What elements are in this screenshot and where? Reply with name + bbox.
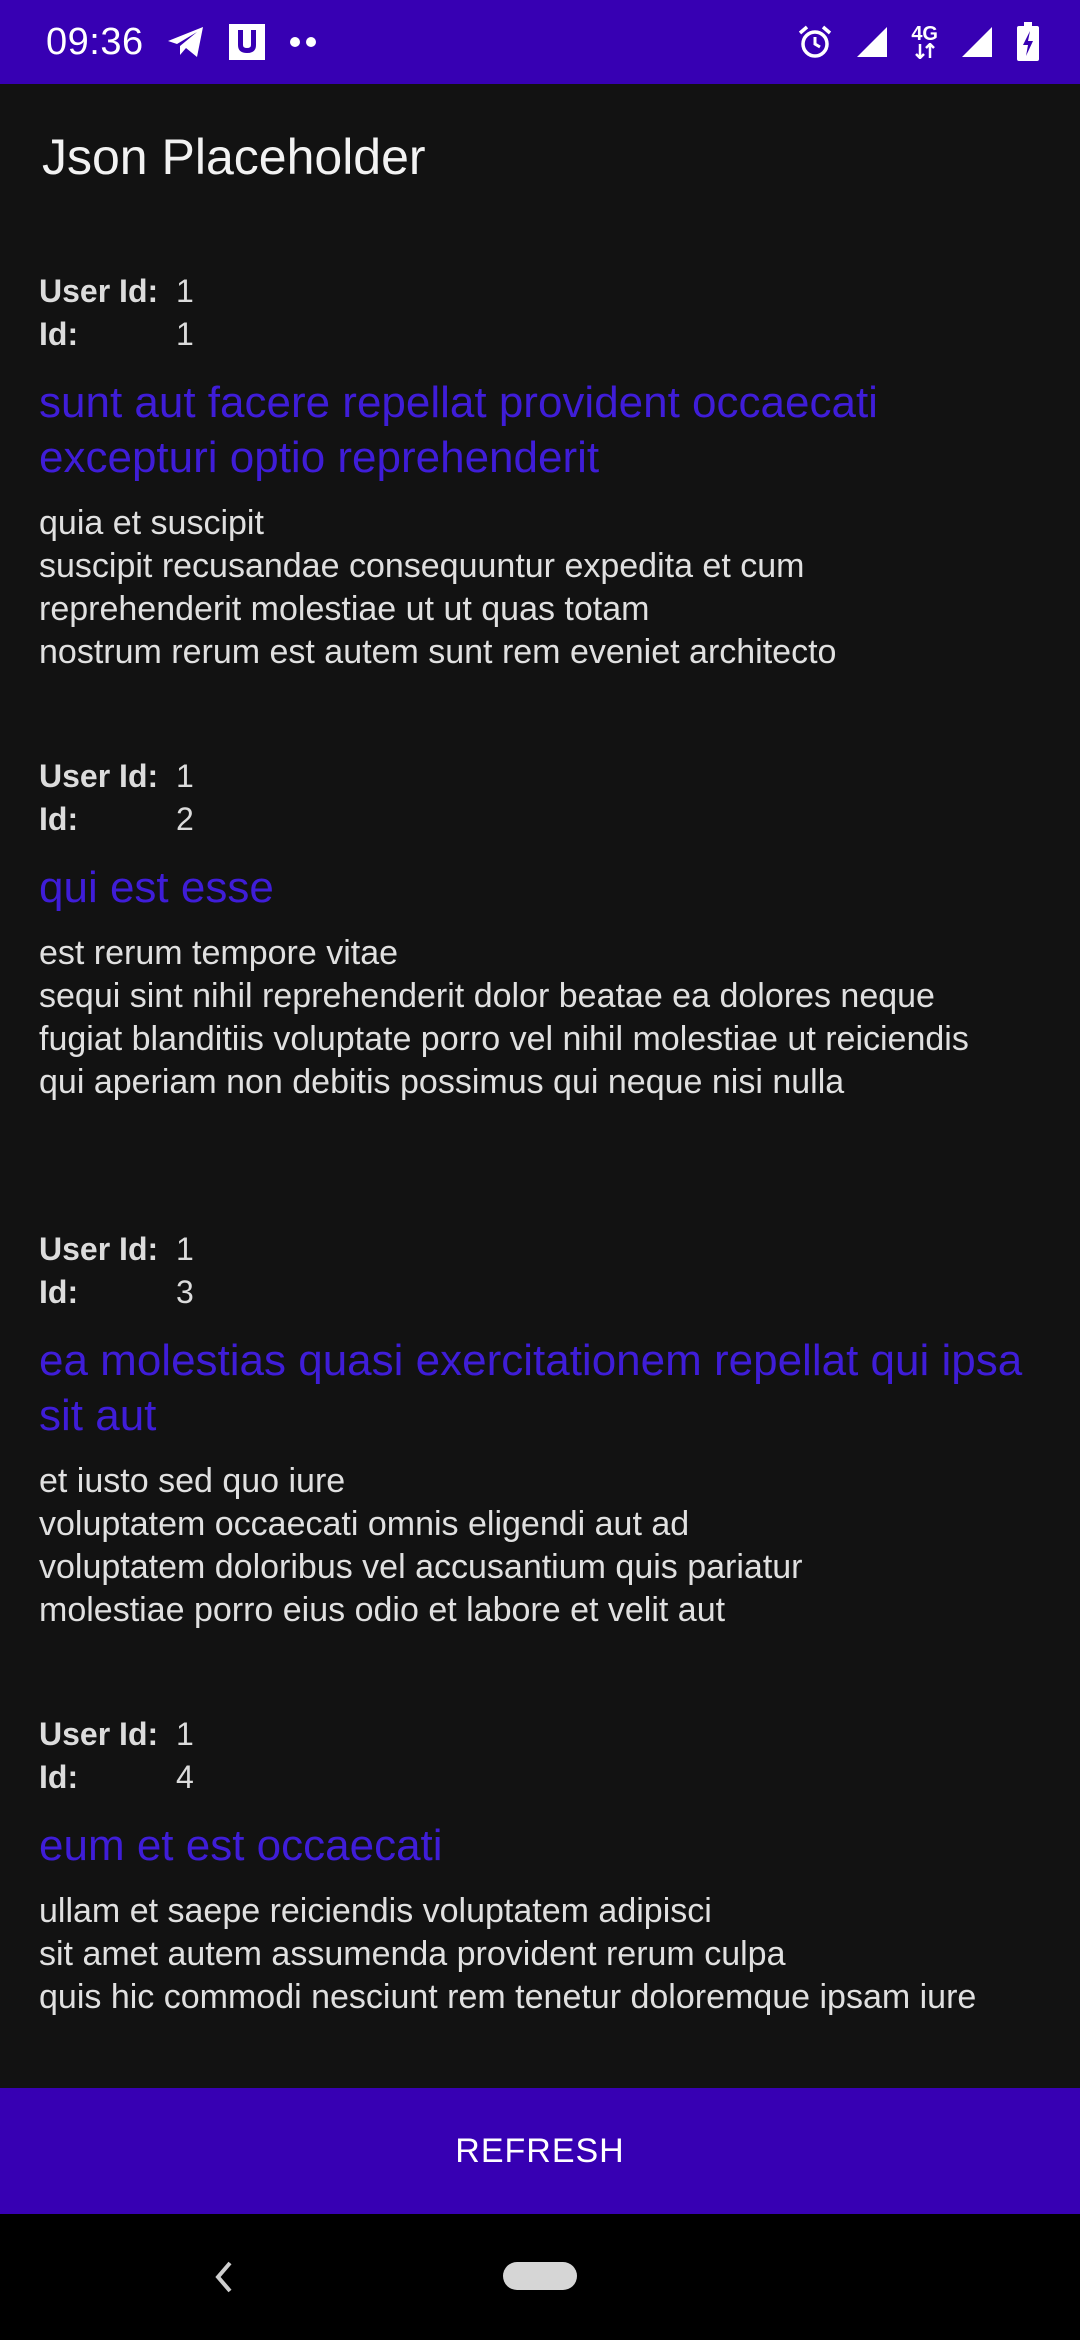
user-id-row: User Id: 1 [39, 270, 1049, 313]
post-body: quia et suscipit suscipit recusandae con… [39, 504, 837, 671]
id-value: 4 [176, 1759, 194, 1795]
status-bar-right: 4G [797, 22, 1040, 62]
home-pill-icon[interactable] [503, 2262, 577, 2290]
post-item: User Id: 1 Id: 4 eum et est occaecati ul… [39, 1713, 1049, 2019]
user-id-row: User Id: 1 [39, 1713, 1049, 1756]
user-id-value: 1 [176, 273, 194, 309]
id-row: Id: 3 [39, 1271, 1049, 1314]
id-row: Id: 4 [39, 1756, 1049, 1799]
u-app-icon [228, 23, 266, 61]
post-item: User Id: 1 Id: 2 qui est esse est rerum … [39, 755, 1049, 1104]
user-id-label: User Id: [39, 1716, 159, 1752]
post-title: eum et est occaecati [39, 1821, 443, 1870]
battery-charging-icon [1016, 22, 1040, 62]
id-value: 2 [176, 801, 194, 837]
signal-icon [855, 25, 889, 59]
telegram-icon [166, 24, 206, 60]
id-label: Id: [39, 316, 79, 352]
page-title: Json Placeholder [42, 129, 426, 185]
id-row: Id: 2 [39, 798, 1049, 841]
status-bar: 09:36 4G [0, 0, 1080, 84]
user-id-value: 1 [176, 1231, 194, 1267]
id-value: 3 [176, 1274, 194, 1310]
post-body: ullam et saepe reiciendis voluptatem adi… [39, 1892, 977, 2016]
status-time: 09:36 [46, 20, 144, 63]
user-id-row: User Id: 1 [39, 1228, 1049, 1271]
user-id-label: User Id: [39, 273, 159, 309]
post-item: User Id: 1 Id: 3 ea molestias quasi exer… [39, 1228, 1049, 1632]
refresh-button[interactable]: REFRESH [0, 2088, 1080, 2214]
navigation-bar [0, 2214, 1080, 2340]
network-type-label: 4G [911, 23, 938, 45]
post-body: est rerum tempore vitae sequi sint nihil… [39, 934, 969, 1101]
post-title: ea molestias quasi exercitationem repell… [39, 1336, 1023, 1440]
user-id-value: 1 [176, 1716, 194, 1752]
post-title: sunt aut facere repellat provident occae… [39, 378, 878, 482]
alarm-icon [797, 24, 833, 60]
post-title: qui est esse [39, 863, 274, 912]
more-dots-icon [288, 35, 318, 49]
id-label: Id: [39, 1274, 79, 1310]
id-row: Id: 1 [39, 313, 1049, 356]
post-body: et iusto sed quo iure voluptatem occaeca… [39, 1462, 803, 1629]
user-id-row: User Id: 1 [39, 755, 1049, 798]
user-id-value: 1 [176, 758, 194, 794]
post-list[interactable]: User Id: 1 Id: 1 sunt aut facere repella… [0, 230, 1080, 2088]
status-bar-left: 09:36 [46, 21, 318, 64]
id-value: 1 [176, 316, 194, 352]
signal-icon [960, 25, 994, 59]
user-id-label: User Id: [39, 758, 159, 794]
id-label: Id: [39, 801, 79, 837]
back-icon[interactable] [204, 2252, 244, 2302]
post-item: User Id: 1 Id: 1 sunt aut facere repella… [39, 270, 1049, 674]
user-id-label: User Id: [39, 1231, 159, 1267]
id-label: Id: [39, 1759, 79, 1795]
network-type-icon: 4G [911, 23, 938, 59]
app-bar: Json Placeholder [0, 84, 1080, 230]
